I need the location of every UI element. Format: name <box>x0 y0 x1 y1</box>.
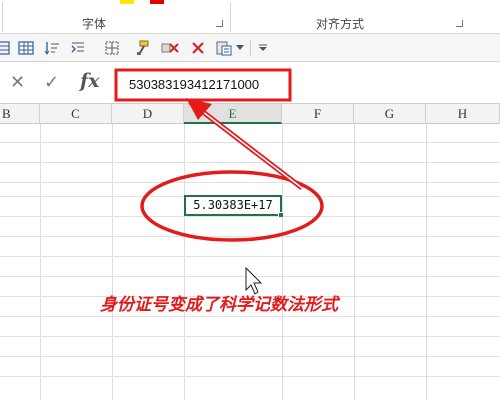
border-icon[interactable] <box>102 38 122 58</box>
grid-line <box>0 162 500 163</box>
ribbon-group-bar: 字体 对齐方式 <box>0 0 500 34</box>
fill-handle[interactable] <box>278 212 284 218</box>
enter-icon[interactable]: ✓ <box>44 72 59 93</box>
insert-function-button[interactable]: fx <box>80 70 100 92</box>
paste-special-icon[interactable] <box>214 38 234 58</box>
alignment-group-label: 对齐方式 <box>316 17 365 31</box>
active-cell[interactable]: 5.30383E+17 <box>184 195 282 216</box>
column-header-e[interactable]: E <box>184 104 282 124</box>
sort-icon[interactable] <box>42 38 62 58</box>
grid-line <box>0 256 500 257</box>
alignment-dialog-launcher-icon[interactable] <box>456 20 463 27</box>
column-header-row: B C D E F G H <box>0 104 500 124</box>
grid-line <box>282 124 283 400</box>
cancel-icon[interactable]: ✕ <box>10 72 25 93</box>
table-icon[interactable] <box>0 38 12 58</box>
grid-line <box>0 216 500 217</box>
dropdown-arrow-icon[interactable] <box>234 38 246 58</box>
group-separator <box>230 2 231 32</box>
grid-line <box>184 124 185 400</box>
delete-icon[interactable] <box>188 38 208 58</box>
grid-line <box>0 276 500 277</box>
quick-access-toolbar <box>0 34 500 62</box>
grid-line <box>0 356 500 357</box>
formula-tools: ✕ ✓ fx <box>0 70 110 96</box>
column-header-b[interactable]: B <box>0 104 40 124</box>
toolbar-separator <box>250 40 251 56</box>
indent-icon[interactable] <box>68 38 88 58</box>
customize-icon[interactable] <box>256 38 270 58</box>
group-separator <box>2 2 3 32</box>
formula-input[interactable]: 530383193412171000 <box>116 74 500 96</box>
format-painter-icon[interactable] <box>132 38 152 58</box>
clear-format-icon[interactable] <box>160 38 180 58</box>
table-icon[interactable] <box>16 38 36 58</box>
grid-line <box>0 182 500 183</box>
grid-line <box>0 316 500 317</box>
grid-line <box>0 236 500 237</box>
column-header-g[interactable]: G <box>354 104 426 124</box>
grid-line <box>426 124 427 400</box>
font-group-label: 字体 <box>82 17 107 31</box>
grid-line <box>0 376 500 377</box>
font-color-swatch-yellow <box>120 0 134 4</box>
column-header-h[interactable]: H <box>426 104 500 124</box>
grid-line <box>0 142 500 143</box>
font-dialog-launcher-icon[interactable] <box>216 20 223 27</box>
grid-line <box>354 124 355 400</box>
formula-bar: ✕ ✓ fx 530383193412171000 <box>0 62 500 104</box>
worksheet-grid[interactable] <box>0 124 500 400</box>
annotation-caption: 身份证号变成了科学记数法形式 <box>100 295 338 315</box>
column-header-c[interactable]: C <box>40 104 112 124</box>
grid-line <box>40 124 41 400</box>
grid-line <box>0 336 500 337</box>
grid-line <box>112 124 113 400</box>
font-color-swatch-red <box>150 0 164 4</box>
column-header-d[interactable]: D <box>112 104 184 124</box>
column-header-f[interactable]: F <box>282 104 354 124</box>
